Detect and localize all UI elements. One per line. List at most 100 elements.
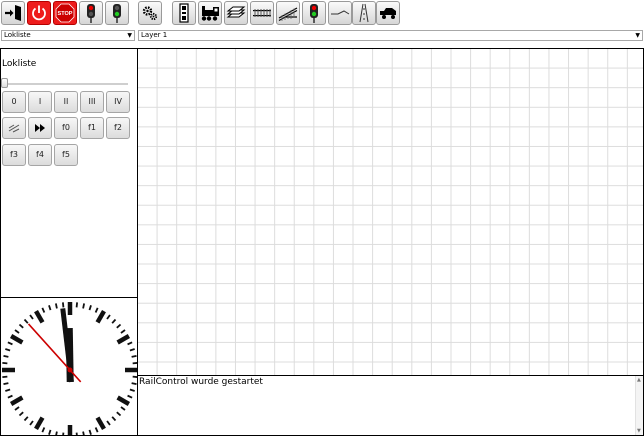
route-icon <box>331 10 350 15</box>
clock-minute-marker <box>41 427 46 433</box>
signal-red-icon <box>87 4 95 23</box>
stop-icon: STOP <box>55 3 75 23</box>
feedback-button[interactable] <box>352 1 376 25</box>
signal-button[interactable] <box>302 1 326 25</box>
function-f4-button[interactable]: f4 <box>28 144 52 166</box>
clock-minute-marker <box>129 348 135 352</box>
clock-minute-marker <box>14 406 20 411</box>
fast-forward-button[interactable] <box>28 117 52 139</box>
clock-minute-marker <box>61 302 65 308</box>
clock-minute-marker <box>129 388 135 392</box>
clock-minute-marker <box>14 329 20 334</box>
speed-step-1-button[interactable]: I <box>28 91 52 113</box>
track-icon <box>253 9 271 17</box>
clock-minute-marker <box>18 411 24 417</box>
log-scrollbar[interactable]: ▲ ▼ <box>635 376 643 435</box>
route-button[interactable] <box>328 1 352 25</box>
car-button[interactable] <box>376 1 400 25</box>
clock-hour-marker <box>116 334 131 345</box>
track-button[interactable] <box>250 1 274 25</box>
clock-hour-marker <box>9 334 24 345</box>
fast-forward-icon <box>35 124 45 132</box>
loco-panel: Lokliste 0 I II III IV f0 f1 f2 f3 f4 f5 <box>0 48 138 298</box>
switch-button[interactable] <box>276 1 300 25</box>
signal-icon <box>310 4 318 23</box>
clock-minute-marker <box>94 307 99 313</box>
clock-minute-marker <box>75 302 79 308</box>
clock-minute-marker <box>5 348 11 352</box>
clock-hour-marker <box>34 416 45 431</box>
clock-minute-marker <box>41 307 46 313</box>
clock-minute-marker <box>106 420 111 426</box>
loco-select[interactable]: Lokliste ▼ <box>1 30 135 41</box>
clock-minute-marker <box>62 432 65 435</box>
exit-icon <box>5 5 21 21</box>
clock-minute-marker <box>106 314 111 320</box>
speed-step-4-button[interactable]: IV <box>106 91 130 113</box>
loco-panel-title: Lokliste <box>2 59 37 69</box>
scroll-up-icon[interactable]: ▲ <box>637 377 641 383</box>
clock-center <box>67 367 73 373</box>
clock-minute-marker <box>29 314 34 320</box>
speed-slider-thumb[interactable] <box>1 78 8 88</box>
clock-minute-marker <box>7 394 13 399</box>
layout-grid-canvas[interactable] <box>137 48 644 376</box>
clock-minute-marker <box>3 354 9 358</box>
clock-minute-marker <box>94 427 99 433</box>
stop-button[interactable]: STOP <box>53 1 77 25</box>
clock-hour-marker <box>34 309 45 324</box>
power-button[interactable] <box>27 1 51 25</box>
speed-step-3-button[interactable]: III <box>80 91 104 113</box>
loco-select-value: Lokliste <box>4 31 31 39</box>
exit-button[interactable] <box>1 1 25 25</box>
signal-green-button[interactable] <box>105 1 129 25</box>
clock-minute-marker <box>88 305 92 311</box>
clock-minute-marker <box>88 429 92 435</box>
direction-button[interactable] <box>2 117 26 139</box>
clock-minute-marker <box>116 411 122 417</box>
clock-minute-marker <box>111 318 117 324</box>
speed-step-2-button[interactable]: II <box>54 91 78 113</box>
function-f0-button[interactable]: f0 <box>54 117 78 139</box>
clock-minute-marker <box>2 361 8 365</box>
settings-button[interactable] <box>138 1 162 25</box>
clock-hour-marker <box>95 309 106 324</box>
toolbar: STOP <box>0 0 644 28</box>
clock-minute-marker <box>127 394 133 399</box>
locomotive-button[interactable] <box>198 1 222 25</box>
clock-minute-marker <box>82 431 85 435</box>
power-icon <box>32 5 46 21</box>
signal-red-button[interactable] <box>79 1 103 25</box>
function-f5-button[interactable]: f5 <box>54 144 78 166</box>
log-panel: RailControl wurde gestartet ▲ ▼ <box>137 375 644 436</box>
clock-minute-marker <box>55 431 58 435</box>
clock-minute-marker <box>48 305 52 311</box>
speed-slider-track[interactable] <box>3 83 128 85</box>
function-f2-button[interactable]: f2 <box>106 117 130 139</box>
switch-icon <box>278 7 298 22</box>
clock-minute-marker <box>120 406 126 411</box>
clock-minute-marker <box>5 388 11 392</box>
clock-hour-marker <box>95 416 106 431</box>
speed-step-0-button[interactable]: 0 <box>2 91 26 113</box>
clock-minute-marker <box>29 420 34 426</box>
function-f3-button[interactable]: f3 <box>2 144 26 166</box>
clock-minute-marker <box>23 416 29 422</box>
layers-button[interactable] <box>224 1 248 25</box>
control-box-icon <box>179 3 189 23</box>
layer-select[interactable]: Layer 1 ▼ <box>138 30 643 41</box>
clock-panel <box>0 297 138 436</box>
clock-minute-marker <box>54 303 58 309</box>
app-window: STOP Lokliste ▼ Layer 1 ▼ Lokliste 0 I I… <box>0 0 644 436</box>
clock-minute-marker <box>127 341 133 346</box>
control-button[interactable] <box>172 1 196 25</box>
clock-minute-marker <box>75 432 78 435</box>
function-f1-button[interactable]: f1 <box>80 117 104 139</box>
clock-minute-marker <box>48 429 52 435</box>
layer-select-value: Layer 1 <box>141 31 168 39</box>
clock-hour-marker <box>9 395 24 406</box>
scroll-down-icon[interactable]: ▼ <box>637 428 641 434</box>
station-clock <box>2 302 137 435</box>
clock-minute-marker <box>18 323 24 329</box>
layers-icon <box>226 6 246 18</box>
